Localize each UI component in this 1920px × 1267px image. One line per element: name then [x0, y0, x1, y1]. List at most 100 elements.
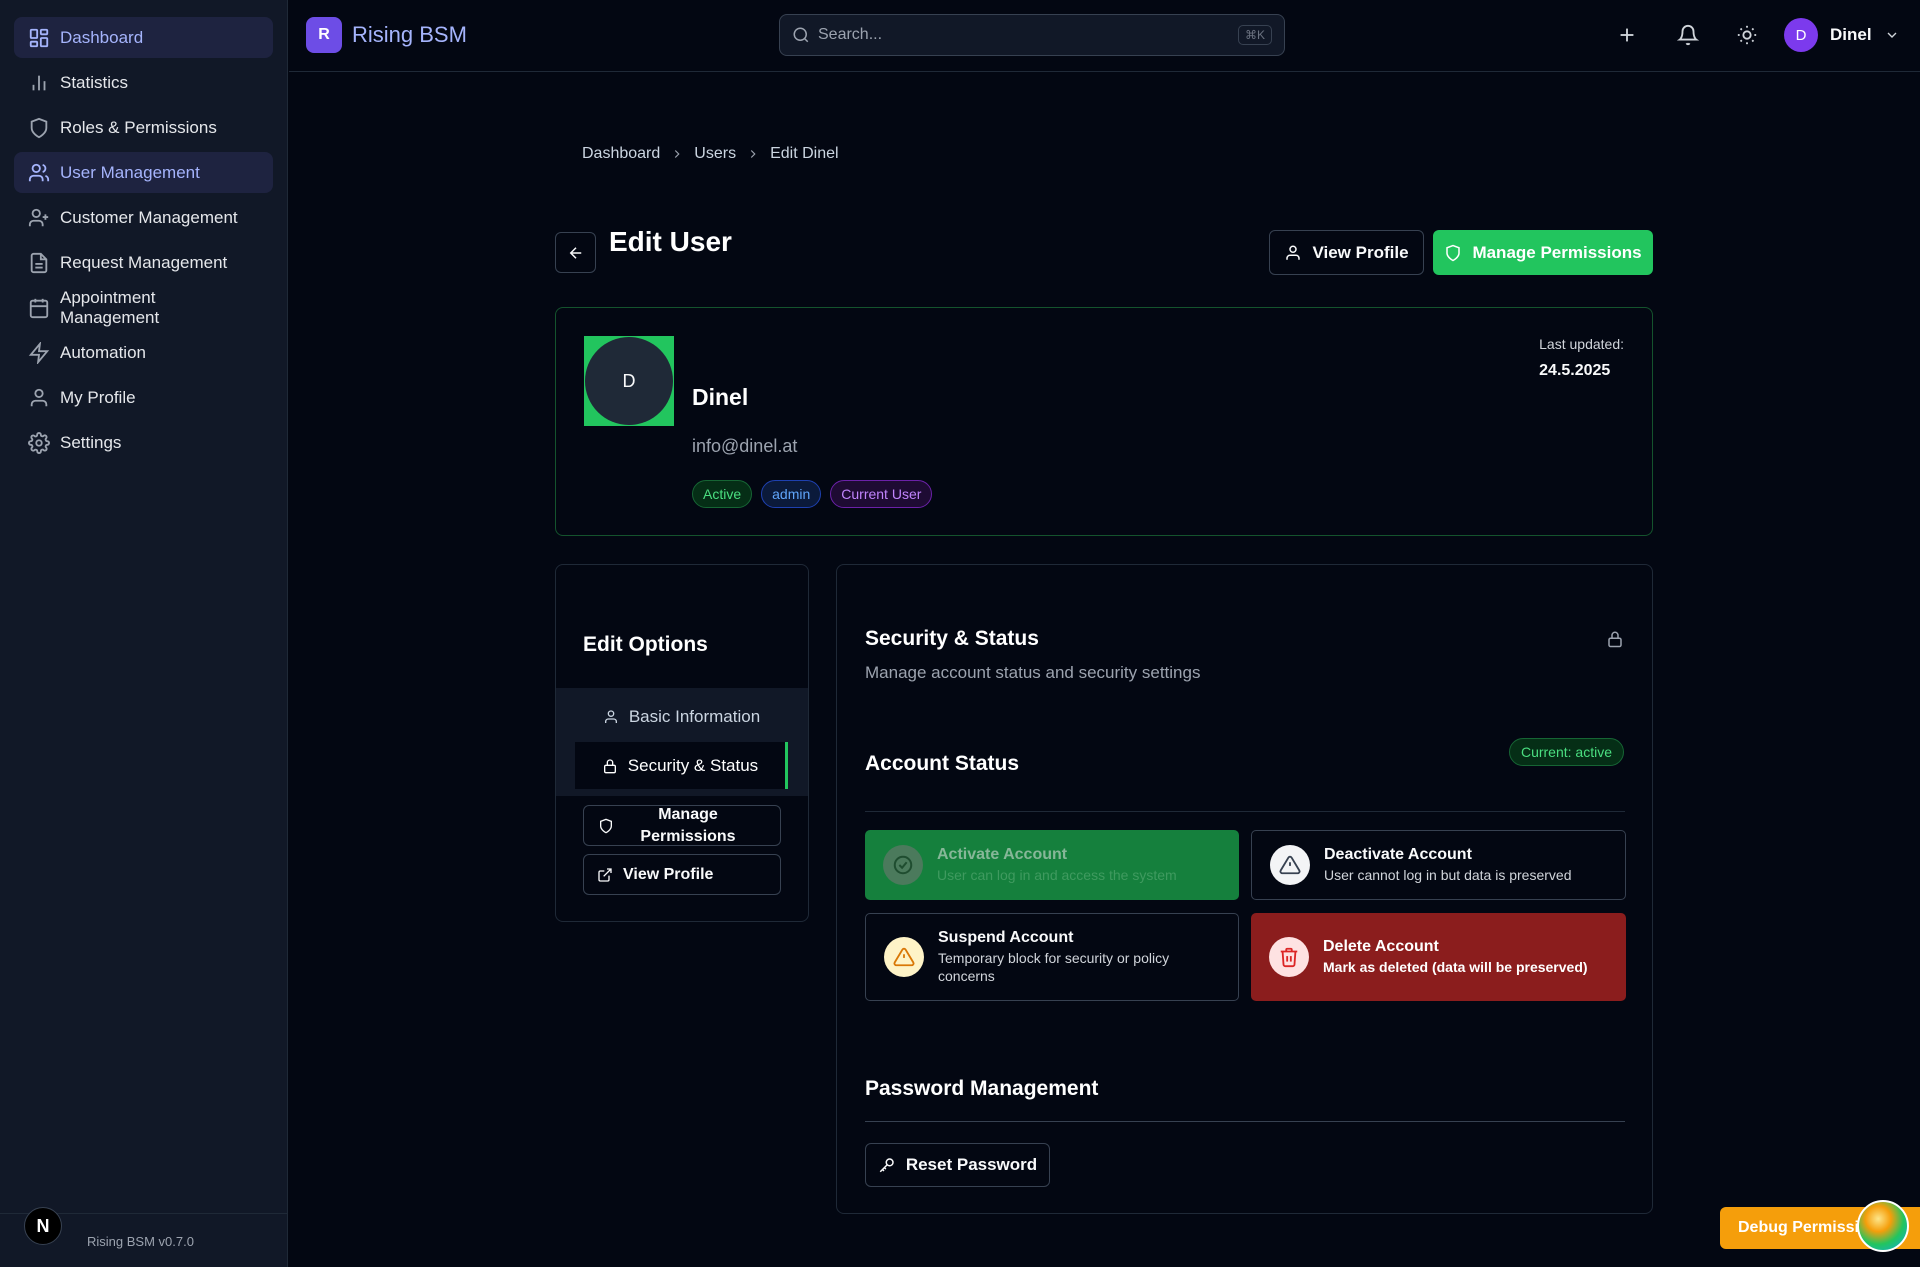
- action-description: User cannot log in but data is preserved: [1324, 866, 1572, 883]
- search-shortcut: ⌘K: [1237, 25, 1272, 45]
- account-status-title: Account Status: [865, 752, 1020, 775]
- action-title: Activate Account: [937, 845, 1068, 863]
- sidebar-item-automation[interactable]: Automation: [14, 332, 273, 373]
- sidebar-nav: Dashboard Statistics Roles & Permissions…: [0, 0, 287, 463]
- section-title: Security & Status: [865, 627, 1039, 650]
- status-badge: Active: [692, 480, 753, 508]
- sidebar-item-customer-management[interactable]: Customer Management: [14, 197, 273, 238]
- sidebar-item-label: Settings: [60, 432, 122, 452]
- action-description: Temporary block for security or policy c…: [938, 950, 1170, 984]
- manage-permissions-label: Manage Permissions: [1472, 242, 1642, 262]
- tab-basic-information[interactable]: Basic Information: [575, 693, 788, 740]
- divider: [865, 811, 1625, 812]
- edit-options-title: Edit Options: [583, 633, 708, 656]
- deactivate-account-button[interactable]: Deactivate Account User cannot log in bu…: [1251, 830, 1626, 900]
- sidebar-item-label: Request Management: [60, 252, 228, 272]
- last-updated-label: Last updated:: [1539, 336, 1624, 352]
- action-title: Suspend Account: [938, 929, 1074, 946]
- breadcrumb: Dashboard Users Edit Dinel: [582, 145, 839, 163]
- lock-icon: [1608, 631, 1622, 648]
- debug-avatar[interactable]: [1857, 1200, 1909, 1252]
- sidebar-item-statistics[interactable]: Statistics: [14, 62, 273, 103]
- breadcrumb-users[interactable]: Users: [694, 145, 736, 163]
- last-updated-value: 24.5.2025: [1539, 362, 1611, 379]
- nextjs-dev-badge[interactable]: N: [24, 1207, 62, 1245]
- reset-password-label: Reset Password: [905, 1155, 1038, 1174]
- file-text-icon: [30, 252, 48, 273]
- user-icon: [30, 388, 48, 406]
- action-description: Mark as deleted (data will be preserved): [1323, 958, 1588, 975]
- user-menu[interactable]: D Dinel: [1784, 18, 1900, 52]
- sidebar-item-user-management[interactable]: User Management: [14, 152, 273, 193]
- view-profile-link[interactable]: View Profile: [583, 854, 781, 895]
- external-link-icon: [598, 867, 612, 882]
- bell-icon[interactable]: [1677, 24, 1699, 46]
- brand[interactable]: R Rising BSM: [306, 17, 467, 53]
- tab-security-status[interactable]: Security & Status: [575, 742, 788, 789]
- user-name: Dinel: [1830, 25, 1872, 44]
- sidebar-item-dashboard[interactable]: Dashboard: [14, 17, 273, 58]
- profile-email: info@dinel.at: [692, 436, 798, 456]
- breadcrumb-current: Edit Dinel: [770, 145, 839, 162]
- sidebar: Dashboard Statistics Roles & Permissions…: [0, 0, 288, 1267]
- version-label: Rising BSM v0.7.0: [87, 1234, 194, 1249]
- manage-permissions-label: Manage Permissions: [640, 805, 736, 845]
- profile-avatar: D: [585, 337, 673, 425]
- sidebar-item-settings[interactable]: Settings: [14, 422, 273, 463]
- brand-logo: R: [306, 17, 342, 53]
- bar-chart-icon: [32, 75, 46, 90]
- app-name: Rising BSM: [352, 22, 467, 47]
- chevron-down-icon: [1887, 32, 1897, 38]
- zap-icon: [28, 341, 50, 364]
- activate-account-button[interactable]: Activate Account User can log in and acc…: [865, 830, 1239, 900]
- manage-permissions-button[interactable]: Manage Permissions: [1433, 230, 1653, 275]
- action-description: User can log in and access the system: [937, 866, 1177, 883]
- sidebar-item-roles-permissions[interactable]: Roles & Permissions: [14, 107, 273, 148]
- action-title: Deactivate Account: [1324, 845, 1472, 863]
- sidebar-item-label: Statistics: [60, 72, 129, 92]
- reset-password-button[interactable]: Reset Password: [865, 1143, 1050, 1187]
- user-plus-icon: [28, 208, 49, 226]
- top-header: R Rising BSM Search... ⌘K D Dinel: [289, 0, 1920, 72]
- tab-label: Security & Status: [627, 755, 759, 775]
- sidebar-item-label: My Profile: [60, 387, 136, 407]
- sidebar-item-label: Roles & Permissions: [60, 117, 217, 137]
- password-management-title: Password Management: [865, 1077, 1099, 1100]
- back-button[interactable]: [555, 232, 596, 273]
- breadcrumb-dashboard[interactable]: Dashboard: [582, 145, 660, 163]
- chevron-right-icon: [675, 150, 680, 158]
- plus-icon[interactable]: [1616, 24, 1638, 46]
- search-icon: [793, 27, 809, 43]
- sidebar-item-my-profile[interactable]: My Profile: [14, 377, 273, 418]
- view-profile-label: View Profile: [623, 865, 714, 883]
- tab-label: Basic Information: [628, 706, 761, 726]
- profile-badges: Active admin Current User: [692, 480, 941, 508]
- user-icon: [1286, 245, 1301, 260]
- suspend-account-button[interactable]: Suspend Account Temporary block for secu…: [865, 913, 1239, 1001]
- sidebar-item-label: Customer Management: [60, 207, 238, 227]
- sun-icon[interactable]: [1736, 24, 1758, 46]
- gear-icon: [28, 431, 50, 454]
- sidebar-item-label: Dashboard: [60, 27, 144, 47]
- shield-icon: [600, 818, 612, 833]
- calendar-icon: [29, 298, 49, 318]
- chevron-right-icon: [750, 150, 756, 158]
- view-profile-button[interactable]: View Profile: [1269, 230, 1424, 275]
- search-input[interactable]: Search... ⌘K: [779, 14, 1285, 56]
- sidebar-item-request-management[interactable]: Request Management: [14, 242, 273, 283]
- current-status-badge: Current: active: [1508, 738, 1624, 766]
- view-profile-label: View Profile: [1312, 242, 1409, 262]
- search-placeholder: Search...: [818, 26, 883, 43]
- security-status-panel: Security & Status Manage account status …: [836, 564, 1653, 1214]
- manage-permissions-link[interactable]: Manage Permissions: [583, 805, 781, 846]
- role-badge: admin: [761, 480, 822, 508]
- check-circle-icon: [883, 845, 923, 885]
- warning-icon: [884, 937, 924, 977]
- avatar: D: [1784, 18, 1818, 52]
- shield-icon: [30, 117, 48, 138]
- sidebar-item-appointment-management[interactable]: Appointment Management: [14, 287, 273, 328]
- delete-account-button[interactable]: Delete Account Mark as deleted (data wil…: [1251, 913, 1626, 1001]
- profile-avatar-frame: D: [584, 336, 674, 426]
- profile-name: Dinel: [692, 384, 749, 410]
- page-title: Edit User: [609, 226, 732, 257]
